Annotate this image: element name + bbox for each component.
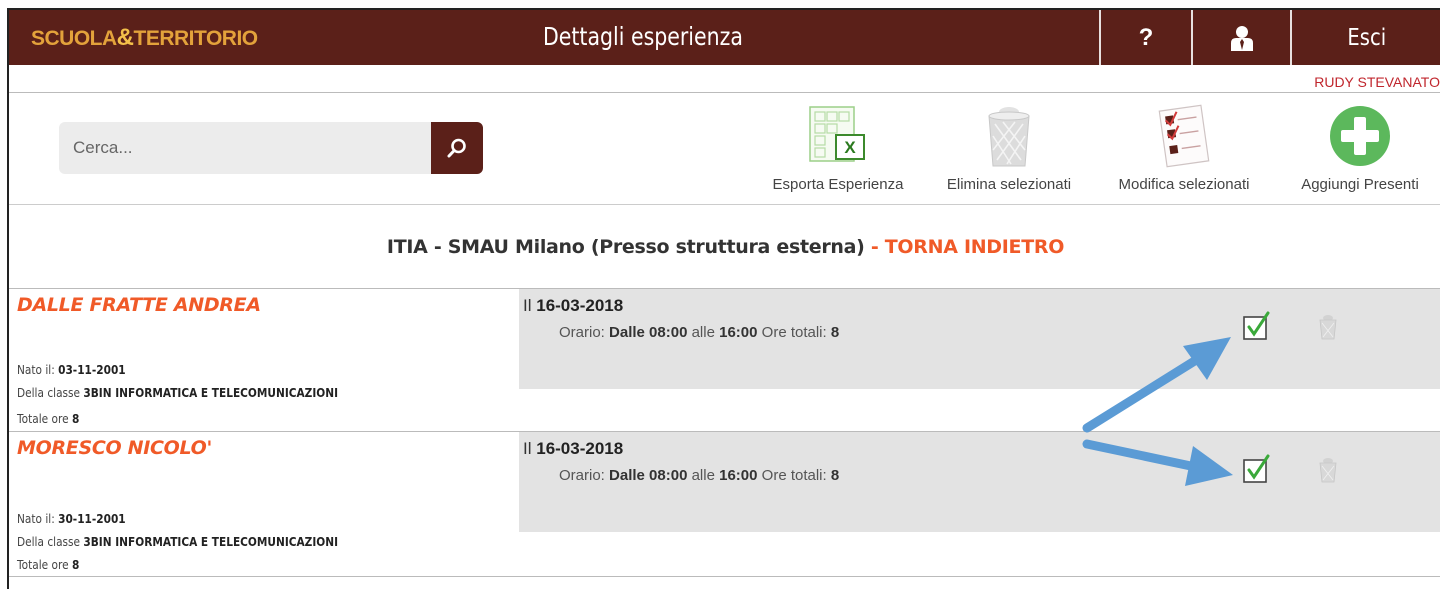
back-link[interactable]: - TORNA INDIETRO: [871, 236, 1065, 258]
add-present-label: Aggiungi Presenti: [1301, 176, 1419, 193]
class-label: Della classe: [17, 535, 84, 549]
birth-label: Nato il:: [17, 512, 59, 526]
user-profile-button[interactable]: [1191, 10, 1290, 65]
student-name[interactable]: DALLE FRATTE ANDREA: [17, 294, 261, 316]
total-value: 8: [71, 412, 80, 426]
experience-heading: ITIA - SMAU Milano (Presso struttura est…: [9, 236, 1440, 258]
add-present-button[interactable]: Aggiungi Presenti: [1275, 98, 1440, 193]
student-birth: Nato il: 30-11-2001: [17, 512, 126, 526]
from-value: 08:00: [649, 467, 688, 484]
student-row: DALLE FRATTE ANDREA Nato il: 03-11-2001 …: [9, 288, 1440, 431]
session-schedule: Orario: Dalle 08:00 alle 16:00 Ore total…: [559, 467, 839, 484]
delete-row-icon[interactable]: [1318, 457, 1338, 483]
to-value: 16:00: [719, 324, 758, 341]
total-label: Totale ore: [17, 558, 72, 572]
from-label: Dalle: [609, 467, 650, 484]
svg-text:X: X: [844, 138, 856, 157]
search-input[interactable]: [59, 122, 431, 174]
from-value: 08:00: [649, 324, 688, 341]
page-title: Dettagli esperienza: [543, 22, 743, 51]
to-value: 16:00: [719, 467, 758, 484]
student-birth: Nato il: 03-11-2001: [17, 363, 126, 377]
date-value: 16-03-2018: [536, 439, 624, 458]
search-box: [59, 122, 431, 174]
checklist-edit-icon: [1158, 104, 1210, 168]
user-icon: [1230, 25, 1253, 51]
session-schedule: Orario: Dalle 08:00 alle 16:00 Ore total…: [559, 324, 839, 341]
to-label: alle: [687, 324, 720, 341]
logo-left: SCUOLA: [31, 27, 117, 50]
total-label: Totale ore: [17, 412, 72, 426]
logo-amp: &: [116, 24, 134, 51]
logout-button[interactable]: Esci: [1290, 10, 1440, 65]
app-frame: SCUOLA&TERRITORIO Dettagli esperienza ? …: [7, 8, 1440, 589]
trash-icon: [988, 107, 1030, 167]
from-label: Dalle: [609, 324, 650, 341]
export-experience-button[interactable]: X Esporta Esperienza: [753, 98, 923, 193]
session-entry: Il 16-03-2018 Orario: Dalle 08:00 alle 1…: [519, 432, 1440, 532]
student-row: MORESCO NICOLO' Nato il: 30-11-2001 Dell…: [9, 431, 1440, 577]
schedule-label: Orario:: [559, 467, 610, 484]
class-label: Della classe: [17, 386, 84, 400]
help-icon: ?: [1138, 23, 1154, 51]
birth-label: Nato il:: [17, 363, 59, 377]
export-experience-label: Esporta Esperienza: [772, 176, 904, 193]
student-total: Totale ore 8: [17, 412, 79, 426]
delete-selected-label: Elimina selezionati: [946, 176, 1072, 193]
hours-label: Ore totali:: [757, 324, 831, 341]
hours-label: Ore totali:: [757, 467, 831, 484]
date-prefix: Il: [523, 296, 537, 315]
student-class: Della classe 3BIN INFORMATICA E TELECOMU…: [17, 535, 338, 549]
session-date: Il 16-03-2018: [523, 296, 623, 316]
logo[interactable]: SCUOLA&TERRITORIO: [31, 24, 258, 52]
birth-value: 30-11-2001: [58, 512, 126, 526]
select-checkbox[interactable]: [1242, 311, 1272, 341]
student-name[interactable]: MORESCO NICOLO': [17, 437, 212, 459]
user-row: RUDY STEVANATO: [9, 65, 1440, 93]
logged-user-name[interactable]: RUDY STEVANATO: [1314, 74, 1440, 90]
student-class: Della classe 3BIN INFORMATICA E TELECOMU…: [17, 386, 338, 400]
hours-value: 8: [830, 467, 840, 484]
delete-selected-button[interactable]: Elimina selezionati: [929, 98, 1089, 193]
class-value: 3BIN INFORMATICA E TELECOMUNICAZIONI: [83, 535, 339, 549]
edit-selected-button[interactable]: Modifica selezionati: [1091, 98, 1277, 193]
total-value: 8: [71, 558, 80, 572]
add-circle-icon: [1330, 106, 1390, 166]
experience-title: ITIA - SMAU Milano (Presso struttura est…: [386, 236, 865, 258]
search-icon: [447, 138, 466, 158]
toolbar-divider: [9, 204, 1440, 205]
header-bar: SCUOLA&TERRITORIO Dettagli esperienza ? …: [9, 10, 1440, 65]
excel-export-icon: X: [809, 106, 865, 162]
session-entry: Il 16-03-2018 Orario: Dalle 08:00 alle 1…: [519, 289, 1440, 389]
student-total: Totale ore 8: [17, 558, 79, 572]
schedule-label: Orario:: [559, 324, 610, 341]
delete-row-icon[interactable]: [1318, 314, 1338, 340]
search-button[interactable]: [431, 122, 483, 174]
logo-right: TERRITORIO: [133, 27, 259, 50]
logout-label: Esci: [1347, 24, 1387, 51]
date-value: 16-03-2018: [536, 296, 624, 315]
select-checkbox[interactable]: [1242, 454, 1272, 484]
birth-value: 03-11-2001: [58, 363, 126, 377]
to-label: alle: [687, 467, 720, 484]
date-prefix: Il: [523, 439, 537, 458]
session-date: Il 16-03-2018: [523, 439, 623, 459]
class-value: 3BIN INFORMATICA E TELECOMUNICAZIONI: [83, 386, 339, 400]
help-button[interactable]: ?: [1099, 10, 1191, 65]
hours-value: 8: [830, 324, 840, 341]
edit-selected-label: Modifica selezionati: [1118, 176, 1250, 193]
